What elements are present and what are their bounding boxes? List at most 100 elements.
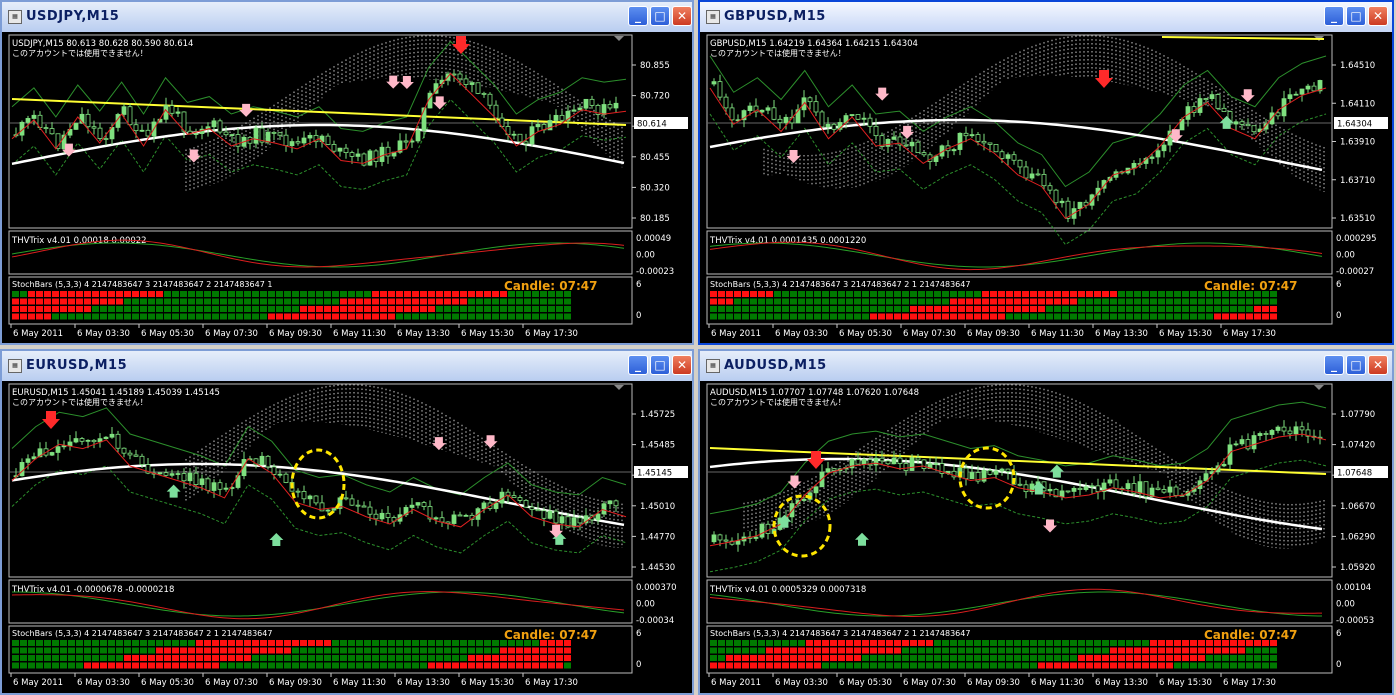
- close-button[interactable]: ✕: [672, 6, 692, 26]
- time-axis-label: 6 May 05:30: [141, 678, 194, 688]
- time-axis-label: 6 May 03:30: [77, 678, 130, 688]
- price-axis-label: 80.720: [640, 92, 670, 102]
- trix-label: THVTrix v4.01 -0.0000678 -0.0000218: [11, 585, 174, 595]
- chart-canvas[interactable]: AUDUSD,M15 1.07707 1.07748 1.07620 1.076…: [704, 381, 1390, 693]
- down-arrow-icon: [1043, 519, 1058, 533]
- time-axis-label: 6 May 13:30: [1095, 678, 1148, 688]
- candlesticks: [13, 427, 619, 531]
- window-titlebar[interactable]: ▦ AUDUSD,M15 _ □ ✕: [700, 351, 1392, 381]
- window-title: EURUSD,M15: [26, 358, 128, 373]
- chart-window-eurusd[interactable]: ▦ EURUSD,M15 _ □ ✕ EURUSD,M15 1.45041 1.…: [0, 349, 694, 695]
- stoch-axis-label: 0: [636, 660, 641, 670]
- price-axis-label: 1.63910: [1340, 138, 1375, 148]
- candle-timer-label: Candle: 07:47: [1204, 628, 1297, 642]
- red-moving-average: [709, 433, 1327, 547]
- down-arrow-icon: [186, 149, 201, 163]
- trix-axis-label: -0.00034: [636, 616, 674, 626]
- stochbars-grid: [710, 640, 1277, 669]
- window-titlebar[interactable]: ▦ GBPUSD,M15 _ □ ✕: [700, 2, 1392, 32]
- time-axis-label: 6 May 03:30: [775, 329, 828, 339]
- chart-canvas[interactable]: USDJPY,M15 80.613 80.628 80.590 80.614この…: [6, 32, 690, 343]
- stochbars-grid: [710, 291, 1277, 320]
- trix-axis-label: 0.00: [636, 600, 655, 610]
- time-axis-label: 6 May 07:30: [903, 678, 956, 688]
- time-axis-label: 6 May 17:30: [525, 329, 578, 339]
- price-axis-label: 80.455: [640, 153, 670, 163]
- trix-label: THVTrix v4.01 0.0005329 0.0007318: [709, 585, 866, 595]
- trix-main-line: [11, 591, 625, 620]
- time-axis-label: 6 May 2011: [13, 329, 63, 339]
- maximize-button[interactable]: □: [1346, 6, 1366, 26]
- price-axis-label: 80.185: [640, 214, 670, 224]
- highlight-ring: [290, 448, 346, 520]
- up-arrow-icon: [269, 533, 284, 547]
- window-titlebar[interactable]: ▦ USDJPY,M15 _ □ ✕: [2, 2, 692, 32]
- minimize-button[interactable]: _: [1324, 355, 1344, 375]
- stoch-axis-label: 0: [636, 311, 641, 321]
- chart-canvas[interactable]: GBPUSD,M15 1.64219 1.64364 1.64215 1.643…: [704, 32, 1390, 343]
- time-axis-label: 6 May 15:30: [461, 329, 514, 339]
- chart-window-audusd[interactable]: ▦ AUDUSD,M15 _ □ ✕ AUDUSD,M15 1.07707 1.…: [698, 349, 1394, 695]
- stochbars-grid: [12, 291, 571, 320]
- time-axis-label: 6 May 11:30: [333, 678, 386, 688]
- close-button[interactable]: ✕: [1368, 355, 1388, 375]
- maximize-button[interactable]: □: [1346, 355, 1366, 375]
- close-button[interactable]: ✕: [1368, 6, 1388, 26]
- down-arrow-icon: [786, 150, 801, 164]
- minimize-button[interactable]: _: [628, 355, 648, 375]
- window-title: USDJPY,M15: [26, 9, 120, 24]
- stochbars-label: StochBars (5,3,3) 4 2147483647 3 2147483…: [710, 280, 970, 289]
- account-warning-text: このアカウントでは使用できません！: [710, 48, 846, 58]
- trix-axis-label: -0.00027: [1336, 267, 1374, 277]
- down-arrow-icon: [787, 475, 802, 489]
- signal-arrows: [42, 411, 567, 547]
- stoch-axis-label: 0: [1336, 660, 1341, 670]
- time-axis-label: 6 May 17:30: [525, 678, 578, 688]
- trix-main-line: [709, 241, 1323, 271]
- minimize-button[interactable]: _: [628, 6, 648, 26]
- ichimoku-cloud: [185, 35, 623, 191]
- time-axis-label: 6 May 2011: [13, 678, 63, 688]
- window-titlebar[interactable]: ▦ EURUSD,M15 _ □ ✕: [2, 351, 692, 381]
- trix-axis-label: 0.00: [636, 251, 655, 261]
- minimize-button[interactable]: _: [1324, 6, 1344, 26]
- candle-timer-label: Candle: 07:47: [504, 628, 597, 642]
- current-price-label: 80.614: [637, 120, 667, 130]
- stoch-axis-label: 0: [1336, 311, 1341, 321]
- close-button[interactable]: ✕: [672, 355, 692, 375]
- ichimoku-cloud: [743, 384, 1325, 549]
- symbol-info-text: USDJPY,M15 80.613 80.628 80.590 80.614: [12, 39, 193, 49]
- price-axis-label: 1.45010: [640, 502, 675, 512]
- time-axis-label: 6 May 17:30: [1223, 678, 1276, 688]
- time-axis-label: 6 May 11:30: [333, 329, 386, 339]
- current-price-label: 1.45145: [637, 469, 672, 479]
- chart-shift-marker: [614, 385, 624, 390]
- yellow-moving-average: [709, 447, 1327, 475]
- channel-bands: [709, 401, 1327, 573]
- chart-window-usdjpy[interactable]: ▦ USDJPY,M15 _ □ ✕ USDJPY,M15 80.613 80.…: [0, 0, 694, 345]
- chart-window-icon: ▦: [706, 359, 720, 373]
- down-arrow-icon: [386, 75, 401, 89]
- maximize-button[interactable]: □: [650, 6, 670, 26]
- chart-canvas[interactable]: EURUSD,M15 1.45041 1.45189 1.45039 1.451…: [6, 381, 690, 693]
- chart-shift-marker: [614, 36, 624, 41]
- maximize-button[interactable]: □: [650, 355, 670, 375]
- time-axis-label: 6 May 11:30: [1031, 329, 1084, 339]
- time-axis-label: 6 May 09:30: [269, 329, 322, 339]
- price-axis-label: 1.06670: [1340, 502, 1375, 512]
- time-axis-label: 6 May 13:30: [1095, 329, 1148, 339]
- up-arrow-icon: [1049, 464, 1064, 478]
- time-axis-label: 6 May 17:30: [1223, 329, 1276, 339]
- time-axis-label: 6 May 03:30: [77, 329, 130, 339]
- time-axis-label: 6 May 15:30: [461, 678, 514, 688]
- time-axis-label: 6 May 09:30: [269, 678, 322, 688]
- candlesticks: [13, 70, 619, 168]
- price-axis-label: 1.07790: [1340, 410, 1375, 420]
- trix-signal-line: [709, 591, 1323, 617]
- time-axis-label: 6 May 13:30: [397, 678, 450, 688]
- time-axis-label: 6 May 03:30: [775, 678, 828, 688]
- chart-window-gbpusd[interactable]: ▦ GBPUSD,M15 _ □ ✕ GBPUSD,M15 1.64219 1.…: [698, 0, 1394, 345]
- account-warning-text: このアカウントでは使用できません！: [12, 48, 148, 58]
- price-axis-label: 1.05920: [1340, 563, 1375, 573]
- time-axis-label: 6 May 15:30: [1159, 329, 1212, 339]
